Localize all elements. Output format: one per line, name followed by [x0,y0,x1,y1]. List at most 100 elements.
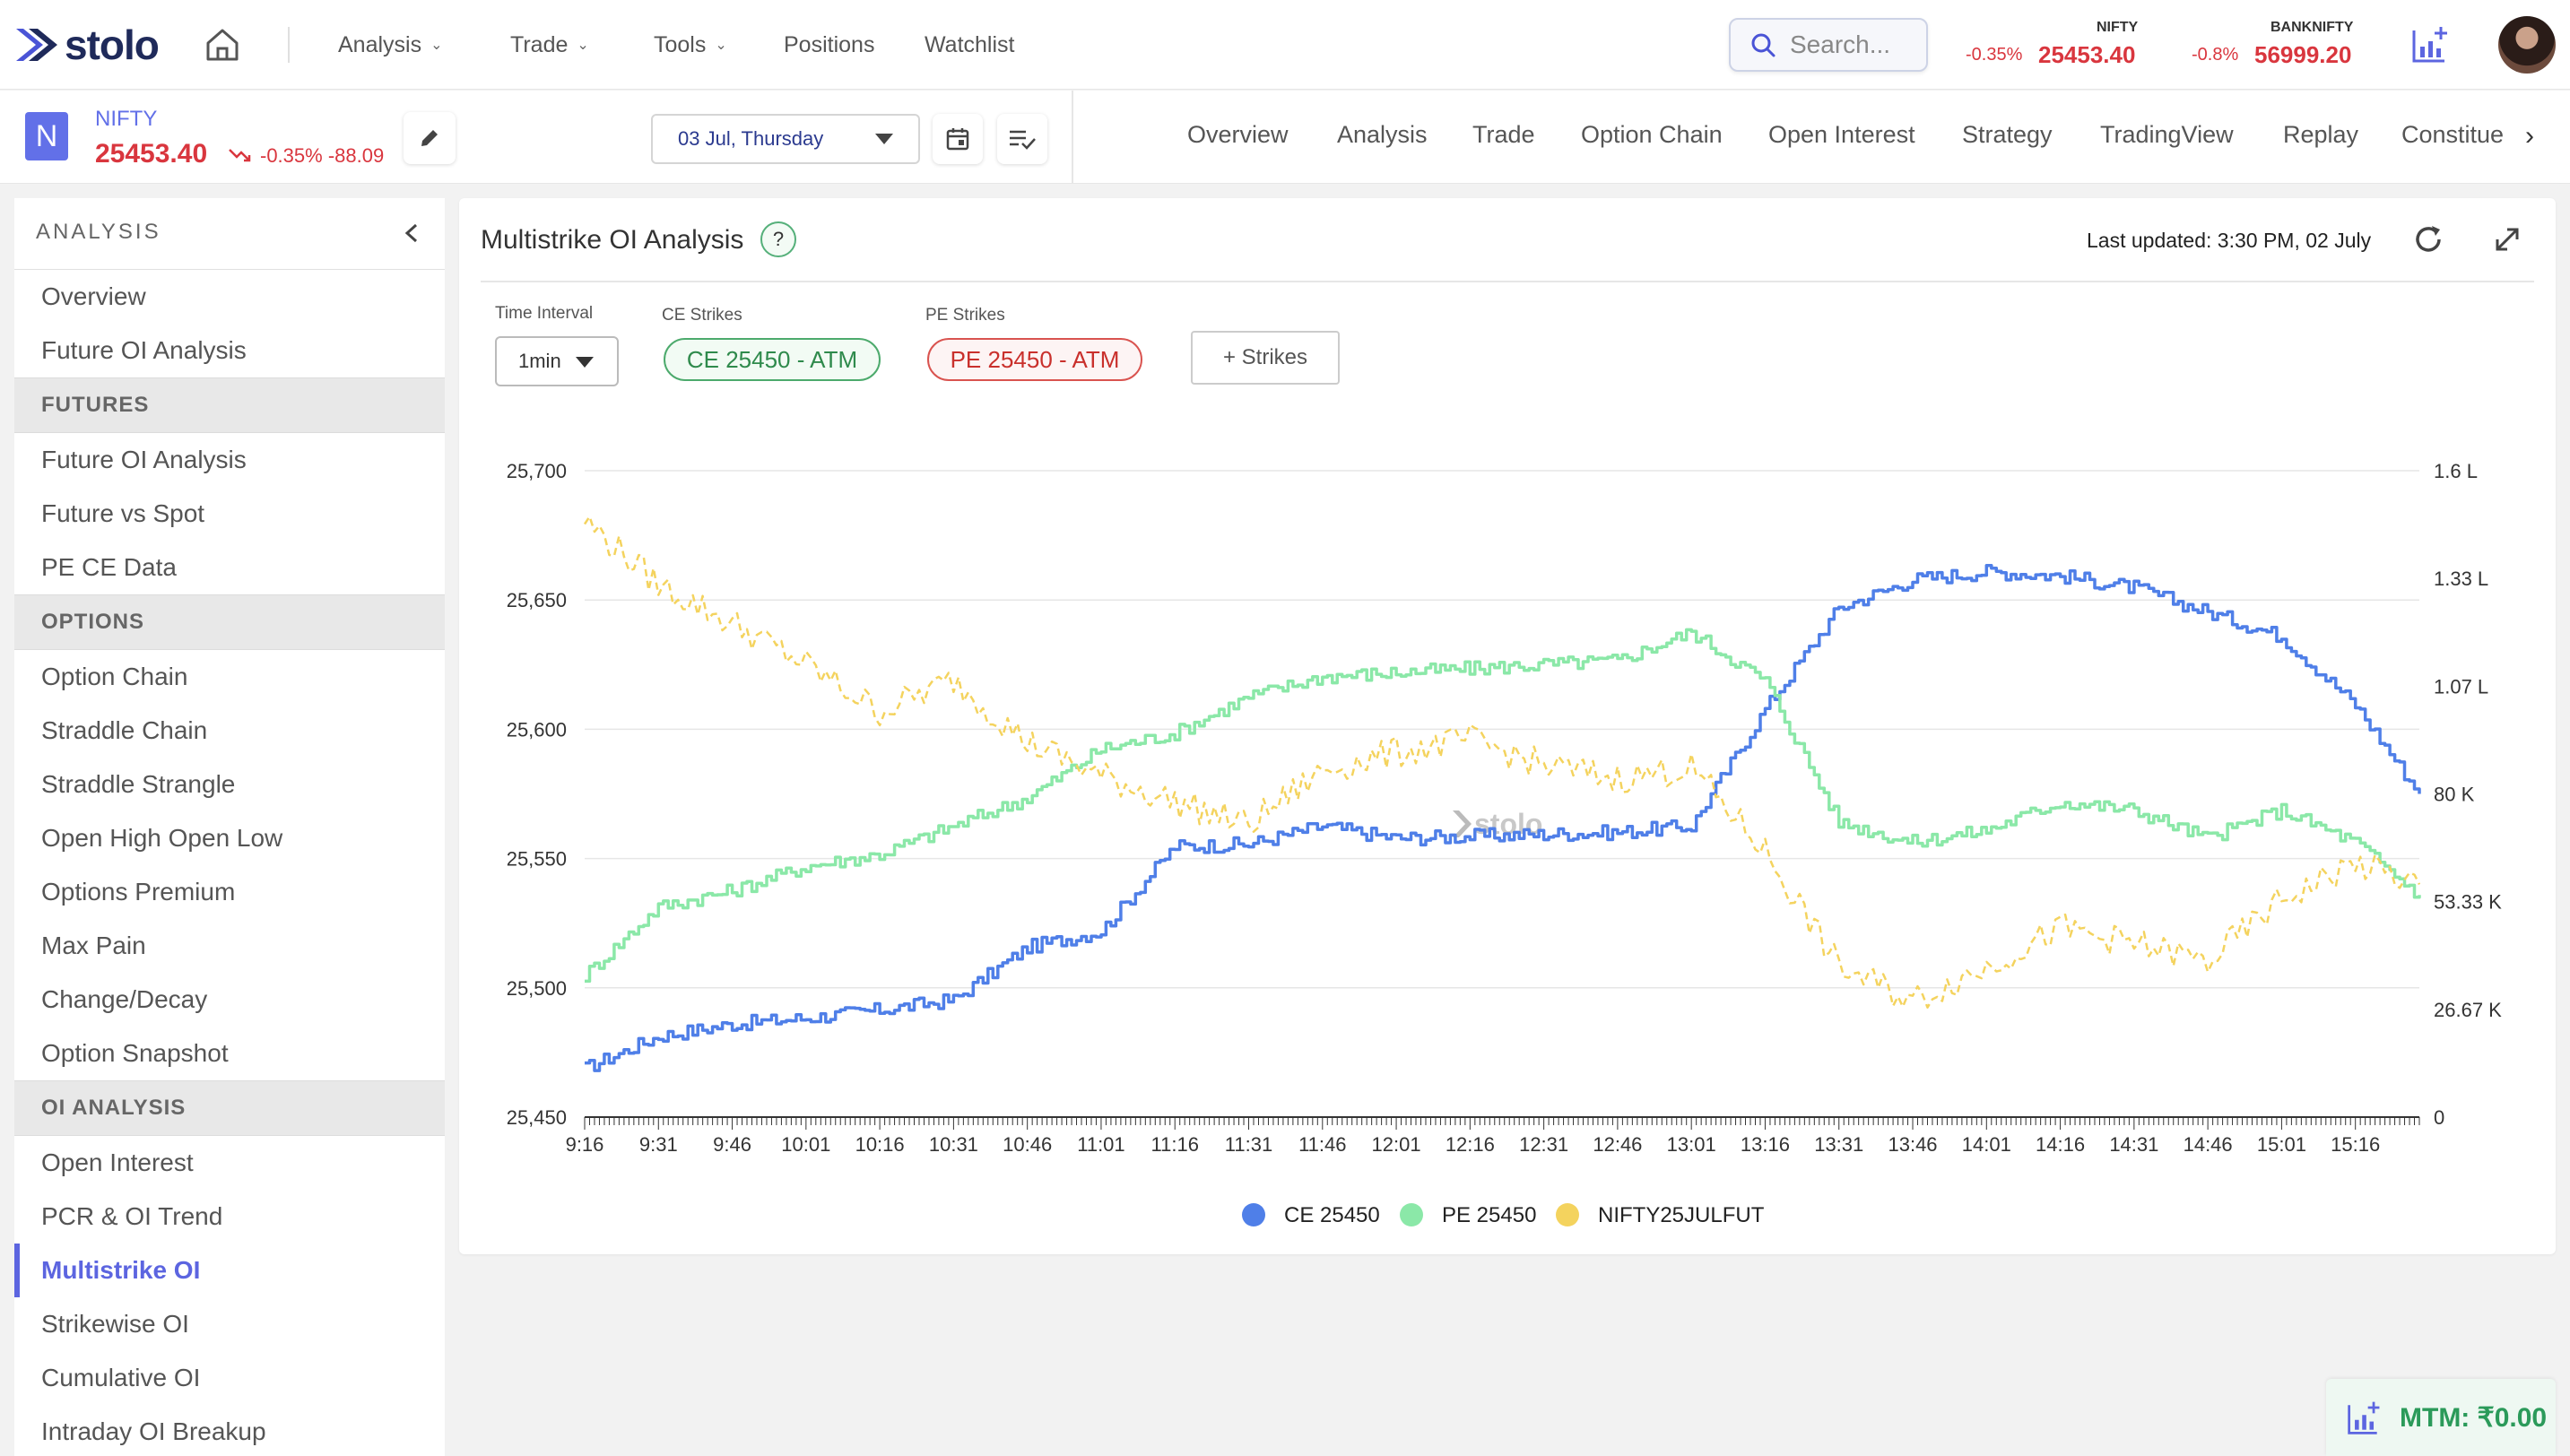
x-axis-tick-label: 11:46 [1298,1133,1346,1156]
x-axis-tick-label: 14:46 [2184,1133,2233,1156]
ticker-banknifty-name: BANKNIFTY [2270,20,2354,35]
left-axis-tick-label: 25,700 [507,460,567,482]
x-axis-tick-label: 12:01 [1372,1133,1421,1156]
legend-item[interactable]: NIFTY25JULFUT [1556,1203,1765,1227]
sidebar-item-straddle-chain[interactable]: Straddle Chain [14,704,445,758]
nav-analysis-menu[interactable]: Analysis ⌄ [338,27,443,63]
sidebar-item-change-decay[interactable]: Change/Decay [14,973,445,1027]
chevron-down-icon: ⌄ [715,38,727,53]
mtm-value: MTM: ₹0.00 [2400,1402,2548,1433]
sidebar-header: ANALYSIS [14,198,445,270]
x-axis-tick-label: 10:31 [929,1133,978,1156]
tab-overview[interactable]: Overview [1187,121,1289,149]
nav-divider [288,27,290,63]
sidebar-item-open-interest[interactable]: Open Interest [14,1136,445,1190]
sidebar-section-options: OPTIONS [14,594,445,650]
symbol-name[interactable]: NIFTY [95,107,157,132]
x-axis-tick-label: 10:16 [855,1133,905,1156]
top-navbar: stolo Analysis ⌄ Trade ⌄ Tools ⌄ Positions … [0,0,2570,90]
nav-positions-link[interactable]: Positions [784,27,874,63]
right-axis-tick-label: 1.33 L [2434,568,2488,590]
sidebar-item-overview[interactable]: Overview [14,270,445,324]
ticker-banknifty-change: -0.8% [2192,45,2239,65]
right-axis-tick-label: 0 [2434,1106,2444,1129]
nav-label: Trade [510,31,569,57]
left-axis-tick-label: 25,450 [507,1106,567,1129]
nav-trade-menu[interactable]: Trade ⌄ [510,27,589,63]
nav-tools-menu[interactable]: Tools ⌄ [654,27,727,63]
multistrike-oi-panel: Multistrike OI Analysis ? Last updated: … [459,198,2556,1254]
x-axis-tick-label: 15:16 [2331,1133,2380,1156]
x-axis-tick-label: 11:31 [1225,1133,1272,1156]
analysis-sidebar: ANALYSIS Overview Future OI Analysis FUTUR… [14,198,445,1456]
sidebar-item-straddle-strangle[interactable]: Straddle Strangle [14,758,445,811]
tab-replay[interactable]: Replay [2283,121,2358,149]
user-avatar[interactable] [2498,16,2556,74]
legend-swatch [1242,1203,1265,1226]
sidebar-item-multistrike-oi[interactable]: Multistrike OI [14,1244,445,1297]
collapse-chevron-left-icon[interactable] [398,220,425,247]
sidebar-item-cumulative-oi[interactable]: Cumulative OI [14,1351,445,1405]
right-axis-tick-label: 1.07 L [2434,675,2488,698]
legend-item[interactable]: PE 25450 [1400,1203,1536,1227]
sidebar-item-future-oi-analysis[interactable]: Future OI Analysis [14,433,445,487]
mtm-widget[interactable]: MTM: ₹0.00 [2326,1379,2556,1456]
x-axis-tick-label: 13:46 [1888,1133,1937,1156]
tab-strategy[interactable]: Strategy [1962,121,2053,149]
legend-swatch [1400,1203,1423,1226]
nav-watchlist-link[interactable]: Watchlist [925,27,1014,63]
legend-item[interactable]: CE 25450 [1242,1203,1380,1227]
stolo-logo[interactable]: stolo [16,20,160,70]
tab-trade[interactable]: Trade [1472,121,1535,149]
sidebar-item-pe-ce-data[interactable]: PE CE Data [14,541,445,594]
sidebar-item-options-premium[interactable]: Options Premium [14,865,445,919]
add-chart-icon[interactable] [2410,23,2452,65]
search-box[interactable] [1729,18,1928,72]
tab-analysis[interactable]: Analysis [1337,121,1428,149]
toolbar-divider [1072,91,1073,184]
calendar-button[interactable] [933,114,983,164]
calendar-icon [946,128,969,151]
x-axis-tick-label: 14:31 [2109,1133,2158,1156]
left-axis-tick-label: 25,650 [507,589,567,611]
ticker-nifty-value[interactable]: 25453.40 [2038,41,2135,69]
x-axis-tick-label: 12:31 [1519,1133,1568,1156]
symbol-tabs: Overview Analysis Trade Option Chain Ope… [1166,91,2518,184]
x-axis-tick-label: 9:31 [639,1133,678,1156]
sidebar-item-option-chain[interactable]: Option Chain [14,650,445,704]
nav-label: Watchlist [925,31,1015,57]
edit-symbol-button[interactable] [404,112,456,164]
sidebar-item-max-pain[interactable]: Max Pain [14,919,445,973]
sidebar-item-pcr-oi-trend[interactable]: PCR & OI Trend [14,1190,445,1244]
tab-constituents[interactable]: Constitue [2401,121,2504,149]
sidebar-item-future-vs-spot[interactable]: Future vs Spot [14,487,445,541]
ticker-nifty-name: NIFTY [2097,20,2139,35]
right-axis-tick-label: 26.67 K [2434,999,2502,1021]
x-axis-tick-label: 13:31 [1814,1133,1863,1156]
ticker-banknifty-value[interactable]: 56999.20 [2254,41,2351,69]
symbol-toolbar: N NIFTY 25453.40 -0.35% -88.09 03 Jul, T… [0,91,2570,184]
home-icon[interactable] [203,25,242,65]
x-axis-tick-label: 14:01 [1962,1133,2011,1156]
pencil-icon [421,130,438,146]
watermark-logo-icon [1453,810,1472,837]
sidebar-item-strikewise-oi[interactable]: Strikewise OI [14,1297,445,1351]
tabs-next-chevron-icon[interactable]: › [2525,121,2534,152]
legend-label: PE 25450 [1442,1203,1536,1227]
sidebar-item-intraday-oi-breakup[interactable]: Intraday OI Breakup [14,1405,445,1456]
sidebar-item-option-snapshot[interactable]: Option Snapshot [14,1027,445,1080]
tab-open-interest[interactable]: Open Interest [1768,121,1915,149]
tab-tradingview[interactable]: TradingView [2100,121,2234,149]
right-axis-tick-label: 53.33 K [2434,891,2502,914]
left-axis-tick-label: 25,600 [507,718,567,741]
checklist-button[interactable] [997,114,1047,164]
symbol-badge: N [25,112,68,160]
sidebar-item-open-high-open-low[interactable]: Open High Open Low [14,811,445,865]
date-select-value: 03 Jul, Thursday [678,127,824,150]
sidebar-item-future-oi-analysis[interactable]: Future OI Analysis [14,324,445,377]
expiry-date-select[interactable]: 03 Jul, Thursday [651,114,920,164]
search-input[interactable] [1790,30,1915,59]
tab-option-chain[interactable]: Option Chain [1581,121,1723,149]
trend-down-icon [229,149,251,162]
multistrike-oi-chart: 25,450 25,500 25,550 25,600 25,650 25,700 0 26.… [507,460,2502,1227]
